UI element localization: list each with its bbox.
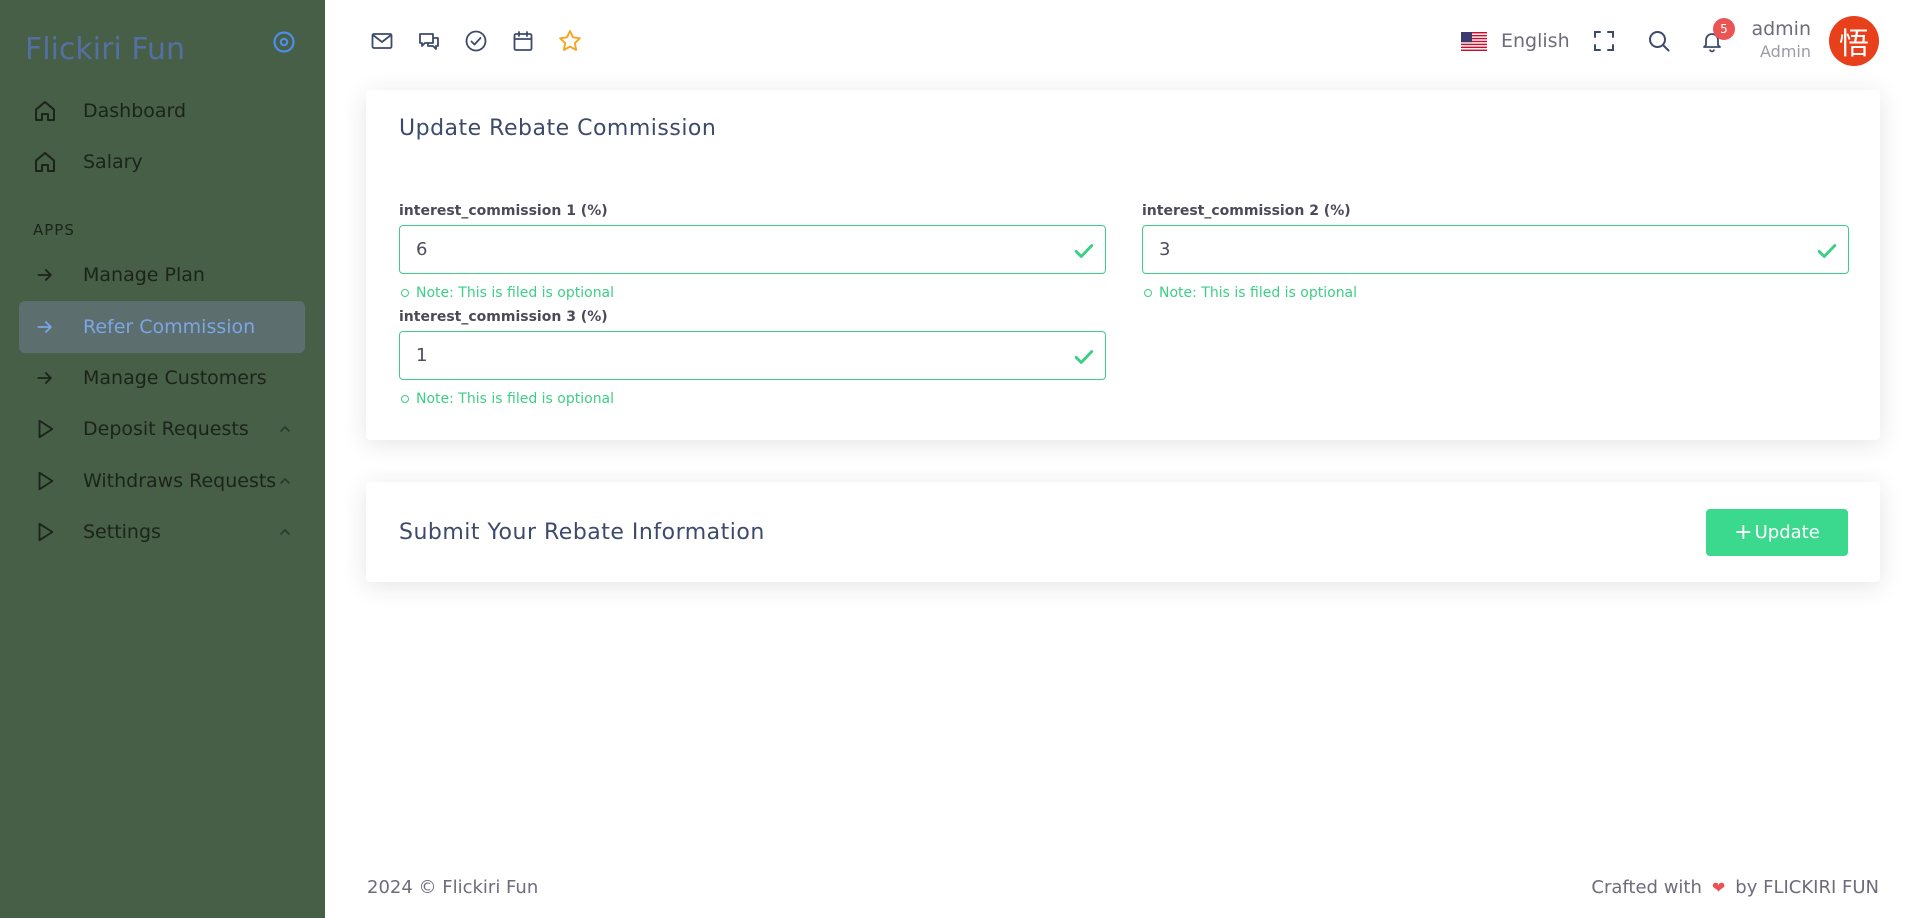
sidebar-item-label: Withdraws Requests — [83, 470, 277, 492]
fullscreen-icon[interactable] — [1589, 26, 1619, 56]
sidebar-item-label: Settings — [83, 521, 161, 543]
card-title: Update Rebate Commission — [399, 116, 717, 141]
update-button[interactable]: + Update — [1706, 509, 1848, 556]
footer-credit-suffix: by FLICKIRI FUN — [1735, 877, 1879, 898]
check-circle-icon[interactable] — [461, 26, 491, 56]
sidebar-item-label: Dashboard — [83, 100, 187, 122]
circle-icon — [401, 289, 409, 297]
plus-icon: + — [1734, 519, 1753, 545]
star-icon[interactable] — [555, 26, 585, 56]
avatar[interactable]: 悟 — [1829, 16, 1879, 66]
input-value: 1 — [416, 345, 428, 366]
search-icon[interactable] — [1644, 26, 1674, 56]
sidebar-item-withdraws-requests[interactable]: Withdraws Requests — [19, 455, 305, 507]
language-selector[interactable]: English — [1461, 28, 1570, 54]
sidebar-item-label: Salary — [83, 151, 143, 173]
user-role: Admin — [1760, 42, 1811, 61]
home-icon — [33, 150, 57, 174]
field-note: Note: This is filed is optional — [399, 285, 614, 301]
sidebar-item-salary[interactable]: Salary — [19, 136, 305, 188]
mail-icon[interactable] — [367, 26, 397, 56]
field-label: interest_commission 2 (%) — [1142, 203, 1351, 219]
chevron-up-icon — [277, 421, 293, 437]
update-rebate-card: Update Rebate Commission interest_commis… — [366, 90, 1880, 440]
check-icon — [1817, 244, 1837, 258]
sidebar-item-label: Manage Customers — [83, 367, 267, 389]
card-title: Submit Your Rebate Information — [399, 520, 765, 545]
chevron-up-icon — [277, 524, 293, 540]
footer-credit: Crafted with ❤ by FLICKIRI FUN — [1591, 877, 1879, 898]
note-text: Note: This is filed is optional — [416, 285, 615, 301]
play-icon — [33, 469, 57, 493]
notification-count-badge: 5 — [1713, 18, 1735, 40]
note-text: Note: This is filed is optional — [416, 391, 615, 407]
sidebar: Flickiri Fun Dashboard Salary APPS Manag… — [0, 0, 325, 918]
sidebar-toggle-icon[interactable] — [272, 30, 296, 54]
footer-credit-prefix: Crafted with — [1591, 877, 1702, 898]
circle-icon — [1144, 289, 1152, 297]
sidebar-item-dashboard[interactable]: Dashboard — [19, 85, 305, 137]
sidebar-item-settings[interactable]: Settings — [19, 506, 305, 558]
sidebar-item-manage-customers[interactable]: Manage Customers — [19, 352, 305, 404]
input-value: 3 — [1159, 239, 1171, 260]
sidebar-item-label: Deposit Requests — [83, 418, 249, 440]
calendar-icon[interactable] — [508, 26, 538, 56]
brand-logo[interactable]: Flickiri Fun — [25, 32, 185, 67]
home-icon — [33, 99, 57, 123]
sidebar-item-deposit-requests[interactable]: Deposit Requests — [19, 403, 305, 455]
update-button-label: Update — [1754, 522, 1820, 543]
sidebar-item-label: Manage Plan — [83, 264, 205, 286]
interest-commission-1-input[interactable]: 6 — [399, 225, 1106, 274]
chat-icon[interactable] — [414, 26, 444, 56]
field-note: Note: This is filed is optional — [1142, 285, 1357, 301]
note-text: Note: This is filed is optional — [1159, 285, 1358, 301]
sidebar-item-label: Refer Commission — [83, 316, 256, 338]
check-icon — [1074, 350, 1094, 364]
user-name[interactable]: admin — [1751, 18, 1811, 40]
field-label: interest_commission 3 (%) — [399, 309, 608, 325]
field-note: Note: This is filed is optional — [399, 391, 614, 407]
language-label: English — [1501, 30, 1570, 52]
arrow-right-icon — [33, 366, 57, 390]
input-value: 6 — [416, 239, 428, 260]
heart-icon: ❤ — [1711, 878, 1726, 897]
sidebar-item-manage-plan[interactable]: Manage Plan — [19, 249, 305, 301]
section-header-apps: APPS — [33, 221, 75, 239]
sidebar-item-refer-commission[interactable]: Refer Commission — [19, 301, 305, 353]
play-icon — [33, 520, 57, 544]
arrow-right-icon — [33, 315, 57, 339]
interest-commission-2-input[interactable]: 3 — [1142, 225, 1849, 274]
footer-copyright: 2024 © Flickiri Fun — [367, 877, 539, 898]
check-icon — [1074, 244, 1094, 258]
field-label: interest_commission 1 (%) — [399, 203, 608, 219]
play-icon — [33, 417, 57, 441]
submit-rebate-card: Submit Your Rebate Information + Update — [366, 482, 1880, 582]
us-flag-icon — [1461, 31, 1487, 51]
chevron-up-icon — [277, 473, 293, 489]
arrow-right-icon — [33, 263, 57, 287]
interest-commission-3-input[interactable]: 1 — [399, 331, 1106, 380]
circle-icon — [401, 395, 409, 403]
